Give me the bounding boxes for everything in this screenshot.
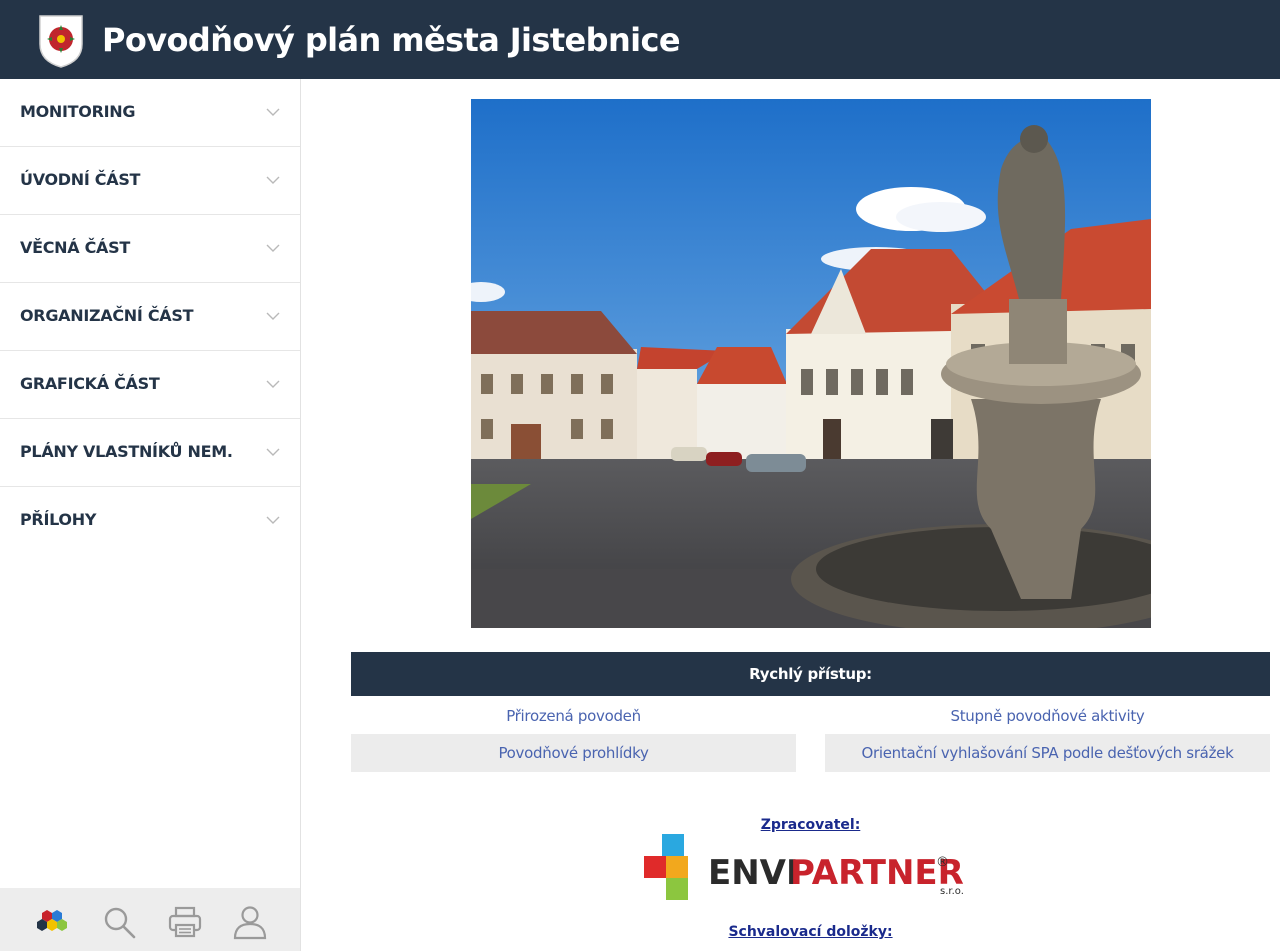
sidebar-item-label: ORGANIZAČNÍ ČÁST	[20, 306, 194, 325]
sidebar-item-graficka-cast[interactable]: GRAFICKÁ ČÁST	[0, 351, 300, 419]
user-icon[interactable]	[232, 904, 268, 940]
chevron-down-icon	[266, 108, 280, 116]
town-square-photo	[471, 99, 1151, 628]
sidebar-item-label: VĚCNÁ ČÁST	[20, 238, 130, 257]
sidebar-item-label: GRAFICKÁ ČÁST	[20, 374, 160, 393]
envipartner-logo[interactable]: ENVI PARTNER ® s.r.o.	[640, 832, 982, 904]
chevron-down-icon	[266, 448, 280, 456]
sidebar-item-label: MONITORING	[20, 102, 136, 121]
page-title: Povodňový plán města Jistebnice	[102, 21, 681, 59]
quick-link-orientacni-vyhlasovani-spa[interactable]: Orientační vyhlašování SPA podle dešťový…	[825, 734, 1270, 772]
app-header: Povodňový plán města Jistebnice	[0, 0, 1280, 79]
sidebar-item-label: ÚVODNÍ ČÁST	[20, 170, 141, 189]
processor-link[interactable]: Zpracovatel:	[351, 817, 1270, 833]
quick-access-title: Rychlý přístup:	[749, 665, 872, 683]
search-icon[interactable]	[101, 904, 137, 940]
chevron-down-icon	[266, 516, 280, 524]
print-icon[interactable]	[167, 904, 203, 940]
quick-link-prirozena-povoden[interactable]: Přirozená povodeň	[351, 697, 796, 735]
sidebar-toolbar	[0, 888, 300, 951]
sidebar-item-prilohy[interactable]: PŘÍLOHY	[0, 487, 300, 555]
chevron-down-icon	[266, 312, 280, 320]
quick-link-stupne-povodnove-aktivity[interactable]: Stupně povodňové aktivity	[825, 697, 1270, 735]
sidebar-item-label: PŘÍLOHY	[20, 510, 97, 529]
logo-registered: ®	[936, 855, 949, 870]
quick-access-header: Rychlý přístup:	[351, 652, 1270, 696]
chevron-down-icon	[266, 176, 280, 184]
sidebar-item-label: PLÁNY VLASTNÍKŮ NEM.	[20, 442, 233, 461]
envipartner-icon[interactable]	[33, 904, 69, 940]
sidebar-item-organizacni-cast[interactable]: ORGANIZAČNÍ ČÁST	[0, 283, 300, 351]
chevron-down-icon	[266, 244, 280, 252]
sidebar-item-plany-vlastniku[interactable]: PLÁNY VLASTNÍKŮ NEM.	[0, 419, 300, 487]
logo-text-envi: ENVI	[708, 853, 799, 893]
city-crest-logo[interactable]	[38, 14, 84, 68]
logo-suffix: s.r.o.	[940, 886, 964, 897]
approval-clauses-link[interactable]: Schvalovací doložky:	[351, 924, 1270, 940]
quick-link-povodnove-prohlidky[interactable]: Povodňové prohlídky	[351, 734, 796, 772]
sidebar: MONITORING ÚVODNÍ ČÁST VĚCNÁ ČÁST ORGANI…	[0, 79, 301, 951]
chevron-down-icon	[266, 380, 280, 388]
sidebar-item-monitoring[interactable]: MONITORING	[0, 79, 300, 147]
sidebar-item-uvodni-cast[interactable]: ÚVODNÍ ČÁST	[0, 147, 300, 215]
sidebar-item-vecna-cast[interactable]: VĚCNÁ ČÁST	[0, 215, 300, 283]
